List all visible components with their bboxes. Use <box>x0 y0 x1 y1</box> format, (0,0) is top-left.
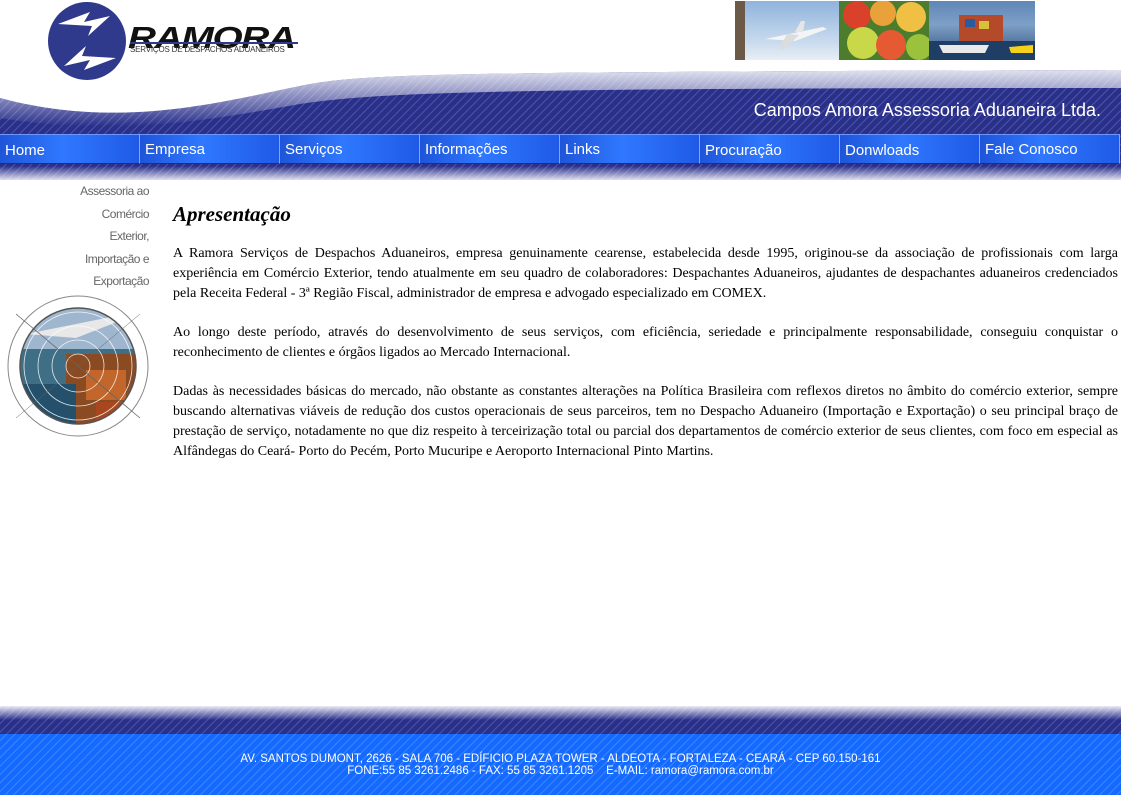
content-paragraph: Ao longo deste período, através do desen… <box>173 325 1118 360</box>
nav-label: Home <box>5 142 46 159</box>
nav-downloads[interactable]: Donwloads <box>840 134 980 164</box>
main-nav: Home Empresa Serviços Informações Links … <box>0 134 1121 164</box>
content-paragraph: Dadas às necessidades básicas do mercado… <box>173 384 1118 459</box>
nav-links[interactable]: Links <box>560 134 700 164</box>
nav-label: Procuração <box>705 142 782 159</box>
tagline-line: Assessoria ao <box>80 184 149 198</box>
content-paragraph: A Ramora Serviços de Despachos Aduaneiro… <box>173 246 1118 301</box>
ship-photo <box>929 1 1035 60</box>
footer-contact-info: AV. SANTOS DUMONT, 2626 - SALA 706 - EDÍ… <box>0 753 1121 777</box>
page-title: Apresentação <box>173 202 291 226</box>
footer-banner <box>0 706 1121 795</box>
tagline-line: Exterior, <box>109 229 149 243</box>
sidebar-tagline: Assessoria ao Comércio Exterior, Importa… <box>19 180 149 293</box>
logo-underline <box>130 42 298 44</box>
nav-procuracao[interactable]: Procuração <box>700 134 840 164</box>
nav-label: Links <box>565 141 601 158</box>
company-name: Campos Amora Assessoria Aduaneira Ltda. <box>753 100 1101 120</box>
nav-label: Empresa <box>145 141 206 158</box>
nav-informacoes[interactable]: Informações <box>420 134 560 164</box>
fruit-photo <box>839 1 929 60</box>
tagline-line: Exportação <box>93 274 149 288</box>
tagline-line: Comércio <box>101 206 150 221</box>
nav-empresa[interactable]: Empresa <box>140 134 280 164</box>
trade-globe-image <box>7 295 149 437</box>
main-content: A Ramora Serviços de Despachos Aduaneiro… <box>173 244 1118 481</box>
nav-label: Donwloads <box>845 142 920 159</box>
tagline-line: Importação e <box>84 251 150 266</box>
logo-subtitle: SERVIÇOS DE DESPACHOS ADUANEIROS <box>130 45 285 54</box>
nav-fale-conosco[interactable]: Fale Conosco <box>980 134 1120 164</box>
nav-servicos[interactable]: Serviços <box>280 134 420 164</box>
nav-label: Fale Conosco <box>985 141 1078 158</box>
footer-contact: FONE:55 85 3261.2486 - FAX: 55 85 3261.1… <box>347 765 774 777</box>
nav-home[interactable]: Home <box>0 134 140 164</box>
nav-label: Serviços <box>285 141 343 158</box>
airplane-photo <box>735 1 839 60</box>
footer-address: AV. SANTOS DUMONT, 2626 - SALA 706 - EDÍ… <box>240 753 881 765</box>
header-photo-strip <box>735 1 1035 60</box>
nav-label: Informações <box>425 141 508 158</box>
